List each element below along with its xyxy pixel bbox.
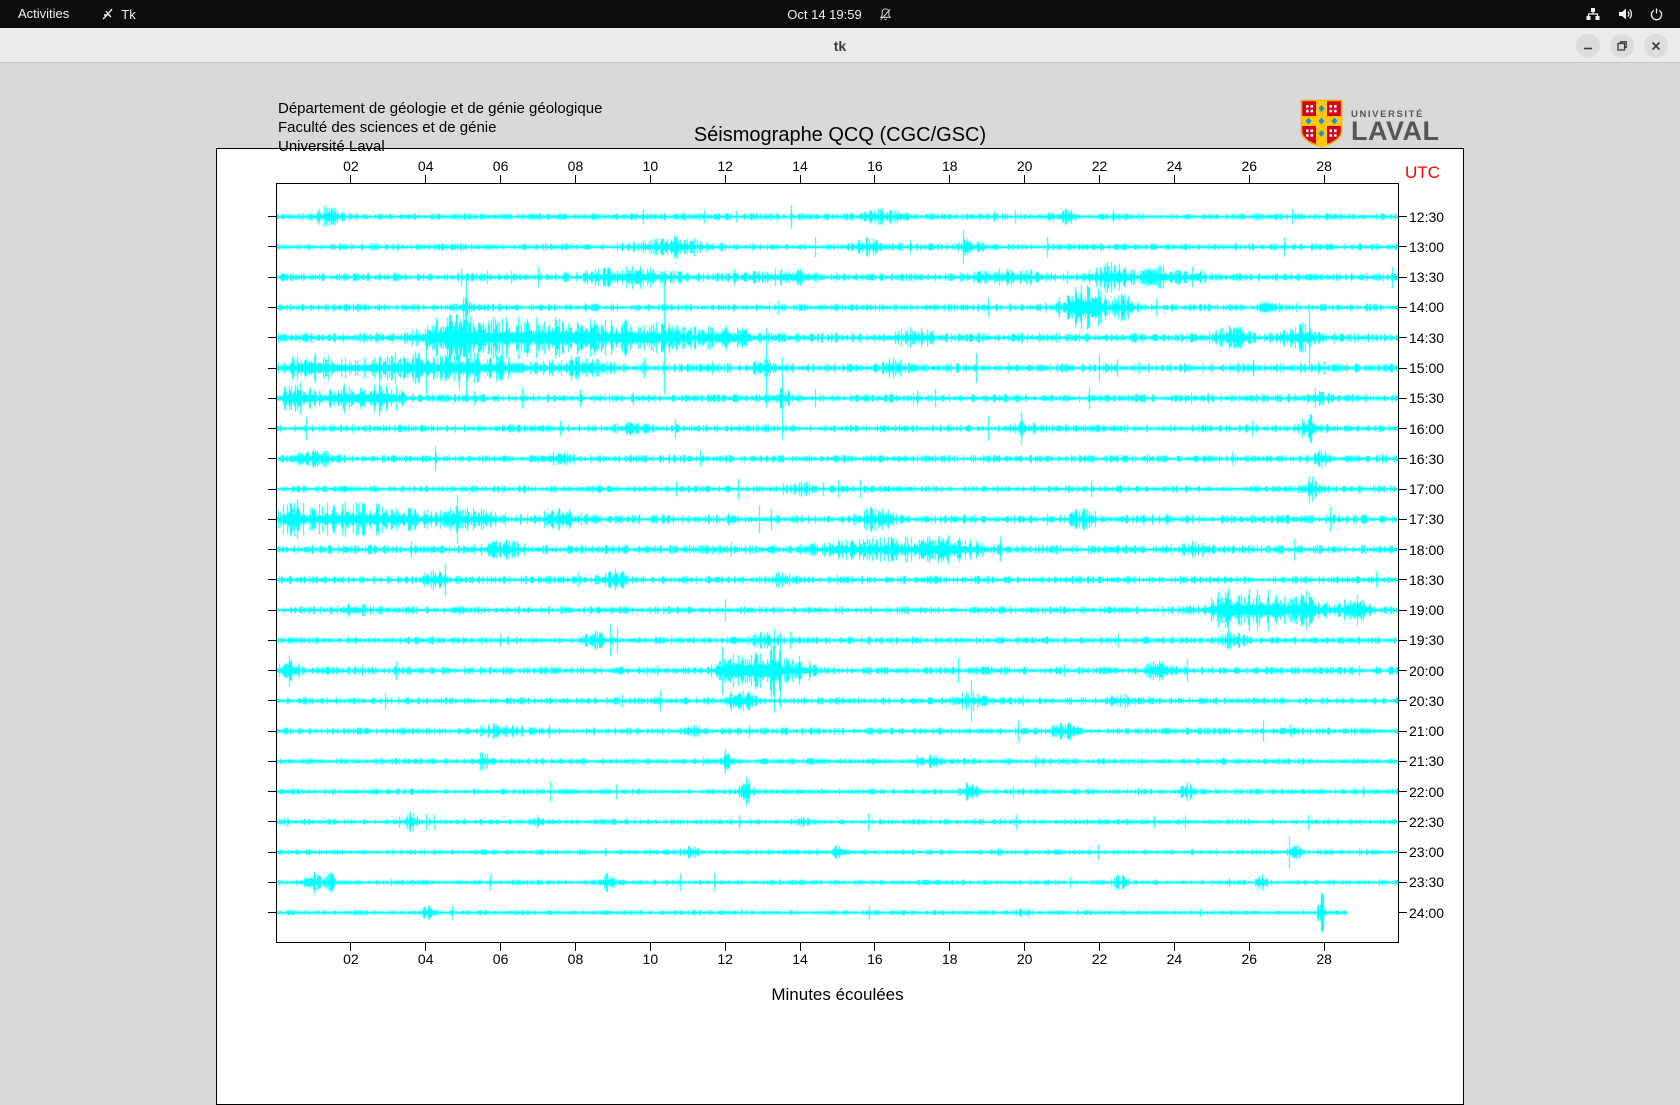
org-line-1: Département de géologie et de génie géol… [278, 99, 602, 118]
volume-icon [1617, 6, 1633, 22]
maximize-button[interactable] [1610, 34, 1634, 58]
minimize-button[interactable] [1576, 34, 1600, 58]
gnome-top-bar: Activities Tk Oct 14 19:59 [0, 0, 1680, 28]
app-menu-label: Tk [121, 7, 135, 22]
plot-title: Séismographe QCQ (CGC/GSC) [216, 124, 1464, 147]
window-title: tk [0, 28, 1680, 63]
tk-window-body [0, 64, 1680, 1050]
tk-app-icon [101, 7, 115, 21]
seismograph-canvas-frame [216, 148, 1464, 1105]
power-icon[interactable] [1649, 7, 1664, 22]
app-menu[interactable]: Tk [101, 0, 135, 28]
activities-button[interactable]: Activities [0, 0, 87, 28]
universite-laval-logo: UNIVERSITÉ LAVAL [1300, 99, 1439, 153]
clock[interactable]: Oct 14 19:59 [787, 7, 861, 22]
laval-shield-icon [1300, 99, 1343, 153]
notifications-muted-icon [878, 7, 893, 22]
window-titlebar[interactable]: tk [0, 28, 1680, 63]
network-wired-icon [1585, 6, 1601, 22]
logo-text-laval: LAVAL [1351, 120, 1439, 143]
close-button[interactable] [1644, 34, 1668, 58]
